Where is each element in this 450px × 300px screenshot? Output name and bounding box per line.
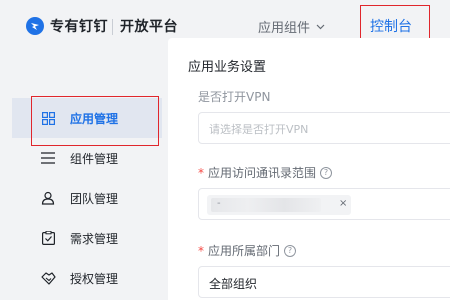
sidebar-item-requirement-management[interactable]: 需求管理 xyxy=(12,218,162,258)
sidebar-item-label: 组件管理 xyxy=(70,152,119,166)
vpn-field-label: 是否打开VPN xyxy=(198,88,270,105)
required-star: * xyxy=(198,243,204,258)
close-icon[interactable]: × xyxy=(339,198,347,209)
scope-tag-text: - xyxy=(217,198,221,209)
vpn-label-text: 是否打开VPN xyxy=(198,90,271,104)
vpn-select[interactable]: 请选择是否打开VPN xyxy=(198,112,450,144)
sidebar-item-label: 授权管理 xyxy=(70,272,119,286)
department-field-label: * 应用所属部门 ? xyxy=(198,242,297,259)
contact-scope-label-text: 应用访问通讯录范围 xyxy=(208,166,317,180)
panel-title: 应用业务设置 xyxy=(188,60,267,75)
contact-scope-field-label: * 应用访问通讯录范围 ? xyxy=(198,164,333,181)
page: 专有钉钉 开放平台 应用组件 控制台 应用管理 组件管理 团队管理 需求管理 授… xyxy=(0,0,450,300)
contact-scope-select[interactable]: - × xyxy=(198,188,450,220)
chevron-down-icon xyxy=(316,24,325,29)
nav-components-label: 应用组件 xyxy=(258,21,311,36)
brand-subtitle[interactable]: 开放平台 xyxy=(120,16,178,36)
clipboard-check-icon xyxy=(40,230,56,246)
department-select[interactable]: 全部组织 xyxy=(198,266,450,298)
help-icon[interactable]: ? xyxy=(320,166,333,179)
department-select-value: 全部组织 xyxy=(209,277,258,291)
sidebar-item-authorization-management[interactable]: 授权管理 xyxy=(12,258,162,298)
sidebar-item-team-management[interactable]: 团队管理 xyxy=(12,178,162,218)
blurred-tag-text xyxy=(211,198,321,212)
department-label-text: 应用所属部门 xyxy=(208,244,281,258)
list-icon xyxy=(40,150,56,166)
nav-components-menu[interactable]: 应用组件 xyxy=(258,17,325,36)
brand-divider xyxy=(112,19,113,35)
sidebar-item-label: 团队管理 xyxy=(70,192,119,206)
highlight-box-app-management xyxy=(31,96,159,146)
app-business-settings-panel: 应用业务设置 是否打开VPN 请选择是否打开VPN * 应用访问通讯录范围 ? … xyxy=(168,38,450,300)
brand-name[interactable]: 专有钉钉 xyxy=(50,16,108,36)
sidebar-item-label: 需求管理 xyxy=(70,232,119,246)
dingtalk-logo-icon xyxy=(26,17,44,35)
scope-tag: - × xyxy=(207,195,351,215)
help-icon[interactable]: ? xyxy=(284,244,297,257)
handshake-icon xyxy=(40,270,56,286)
vpn-select-placeholder: 请选择是否打开VPN xyxy=(209,123,309,136)
team-icon xyxy=(40,190,56,206)
required-star: * xyxy=(198,165,204,180)
